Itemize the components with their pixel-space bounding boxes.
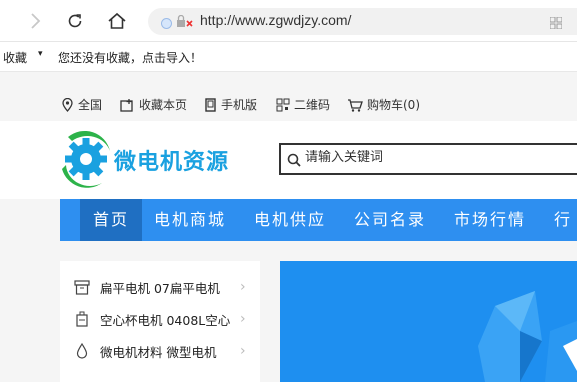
droplet-icon [74, 343, 90, 359]
bottle-icon [74, 311, 90, 327]
topbar-item-qrcode[interactable]: 二维码 [276, 96, 330, 113]
category-label: 空心杯电机 0408L空心 [100, 312, 231, 328]
topbar-item-bookmark[interactable]: 收藏本页 [120, 96, 187, 113]
reload-icon [68, 14, 82, 28]
chevron-right-icon [31, 13, 41, 29]
topbar-item-cart[interactable]: 购物车(0) [347, 96, 420, 113]
content-area: 扁平电机 07扁平电机 › 空心杯电机 0408L空心 › 微电机材料 微型电机… [0, 241, 577, 382]
location-pin-icon [62, 97, 73, 112]
nav-item-supply[interactable]: 电机供应 [254, 199, 326, 241]
chevron-right-icon: › [240, 343, 246, 359]
reload-button[interactable] [62, 8, 88, 34]
cart-icon [348, 98, 363, 112]
hero-banner[interactable] [280, 261, 577, 382]
topbar-label: 全国 [78, 98, 103, 112]
category-item[interactable]: 空心杯电机 0408L空心 › [60, 303, 260, 335]
nav-item-shop[interactable]: 电机商城 [154, 199, 226, 241]
gear-logo-icon [62, 130, 110, 188]
chevron-right-icon: › [240, 279, 246, 295]
topbar-label: 二维码 [294, 98, 331, 112]
home-button[interactable] [104, 8, 130, 34]
favorites-label[interactable]: 收藏 [3, 49, 27, 66]
favorites-bar: 收藏 ▾ 您还没有收藏，点击导入！ [0, 42, 577, 72]
logo-text[interactable]: 微电机资源 [114, 144, 229, 176]
main-nav: 首页 电机商城 电机供应 公司名录 市场行情 行业 [60, 199, 577, 271]
category-item[interactable]: 扁平电机 07扁平电机 › [60, 271, 260, 303]
category-label: 微电机材料 微型电机 [100, 344, 217, 360]
nav-item-home[interactable]: 首页 [80, 199, 142, 241]
topbar-label: 购物车(0) [367, 98, 420, 112]
address-bar[interactable]: http://www.zgwdjzy.com/ [148, 8, 577, 35]
category-label: 扁平电机 07扁平电机 [100, 280, 220, 296]
chevron-right-icon: › [240, 311, 246, 327]
topbar-item-mobile[interactable]: 手机版 [204, 96, 257, 113]
topbar-label: 手机版 [221, 98, 258, 112]
logo[interactable] [58, 129, 114, 193]
browser-toolbar: http://www.zgwdjzy.com/ [0, 0, 577, 42]
nav-item-market[interactable]: 市场行情 [454, 199, 526, 241]
url-text[interactable]: http://www.zgwdjzy.com/ [200, 12, 351, 28]
back-button[interactable] [22, 8, 48, 34]
search-icon [287, 152, 301, 171]
home-icon [108, 12, 126, 29]
search-input[interactable] [305, 150, 565, 165]
favorites-empty-message[interactable]: 您还没有收藏，点击导入！ [58, 49, 202, 66]
category-list: 扁平电机 07扁平电机 › 空心杯电机 0408L空心 › 微电机材料 微型电机… [60, 261, 260, 382]
site-header: 微电机资源 [0, 121, 577, 199]
topbar-label: 收藏本页 [139, 98, 188, 112]
topbar-item-region[interactable]: 全国 [61, 96, 102, 113]
site-topbar: 全国 收藏本页 手机版 二维码 购物车(0) [0, 88, 577, 121]
bookmark-add-icon [120, 98, 133, 112]
grid-icon[interactable] [549, 14, 563, 33]
mobile-icon [205, 97, 216, 112]
category-item[interactable]: 微电机材料 微型电机 › [60, 335, 260, 367]
nav-item-companies[interactable]: 公司名录 [354, 199, 426, 241]
site-info-icon[interactable] [160, 15, 173, 34]
nav-item-industry[interactable]: 行业 [554, 199, 577, 271]
caret-down-icon[interactable]: ▾ [38, 49, 43, 59]
banner-graphic [280, 261, 577, 382]
insecure-lock-icon[interactable] [176, 14, 194, 33]
box-icon [74, 279, 90, 295]
qrcode-icon [276, 98, 290, 111]
search-box[interactable] [279, 143, 577, 175]
